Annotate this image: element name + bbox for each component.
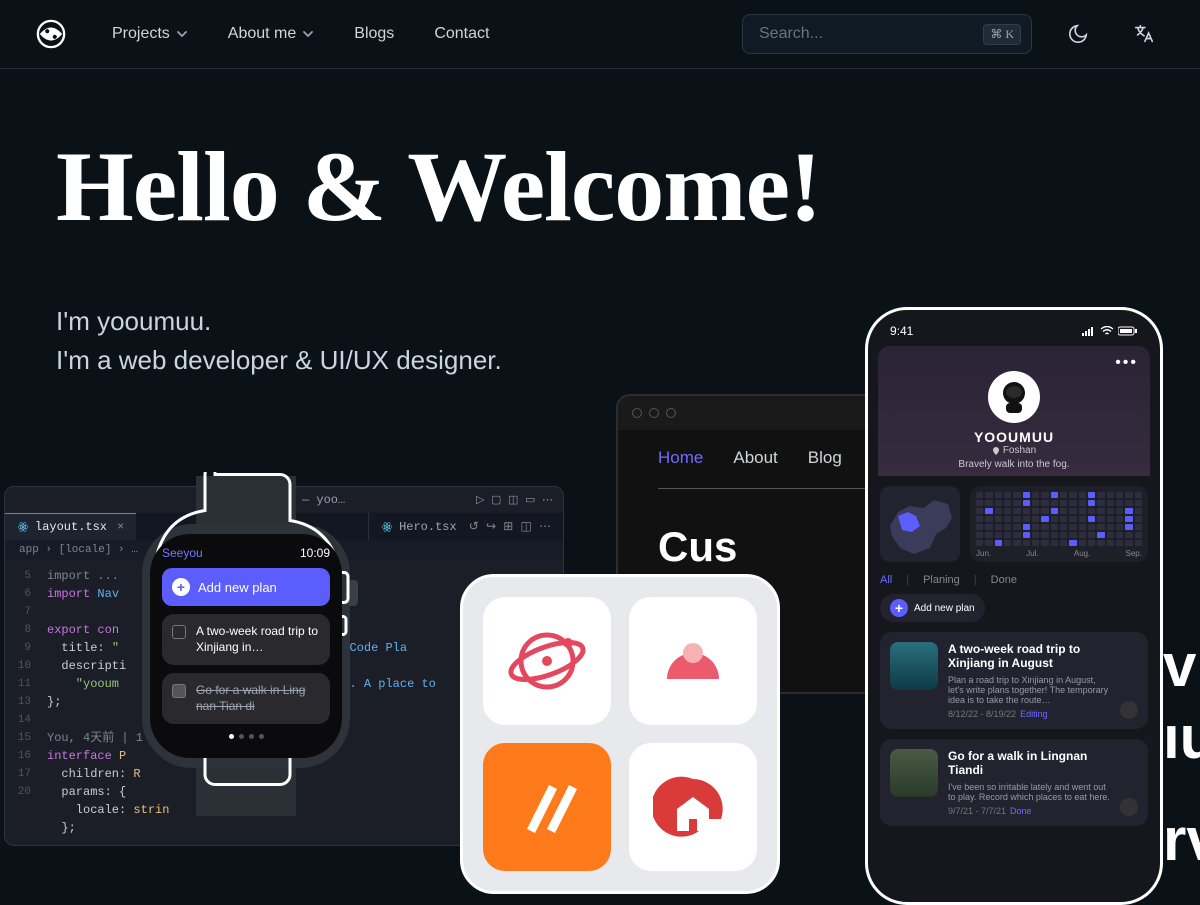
plus-circle-icon: + bbox=[890, 599, 908, 617]
editor-window-icons: ▷ ▢ ◫ ▭ ⋯ bbox=[476, 493, 553, 507]
card-desc: Plan a road trip to Xinjiang in August, … bbox=[948, 675, 1110, 705]
phone-tab-done: Done bbox=[991, 574, 1017, 586]
pin-icon bbox=[992, 447, 1000, 455]
logo-tile bbox=[629, 597, 757, 725]
nav-contact[interactable]: Contact bbox=[434, 25, 489, 43]
search-input[interactable]: Search... ⌘ K bbox=[742, 14, 1032, 54]
phone-tagline: Bravely walk into the fog. bbox=[958, 459, 1069, 470]
nav-projects-label: Projects bbox=[112, 25, 170, 43]
watch-page-dots bbox=[162, 734, 330, 739]
battery-icon bbox=[1118, 326, 1138, 336]
card-title: A two-week road trip to Xinjiang in Augu… bbox=[948, 642, 1110, 671]
nav-projects[interactable]: Projects bbox=[112, 25, 188, 43]
cropped-text-right: vıurvi bbox=[1163, 630, 1200, 876]
phone-heatmap-widget: Jun. Jul. Aug. Sep. bbox=[970, 486, 1148, 562]
card-avatar-icon bbox=[1120, 701, 1138, 719]
phone-plan-card: Go for a walk in Lingnan Tiandi I've bee… bbox=[880, 739, 1148, 826]
card-thumbnail bbox=[890, 642, 938, 690]
phone-mockup: 9:41 ••• YOOUMUU Foshan Bravely walk int… bbox=[865, 307, 1163, 905]
chevron-down-icon bbox=[176, 28, 188, 40]
phone-filter-tabs: All | Planing | Done bbox=[880, 574, 1148, 586]
stripes-logo-icon bbox=[507, 767, 587, 847]
nav-blogs[interactable]: Blogs bbox=[354, 25, 394, 43]
watch-mockup: Seeyou 10:09 + Add new plan A two-week r… bbox=[120, 440, 340, 840]
house-logo-icon bbox=[653, 767, 733, 847]
editor-tab-secondary: Hero.tsx ↺ ↪ ⊞ ◫ ⋯ bbox=[368, 513, 563, 540]
watch-time: 10:09 bbox=[300, 546, 330, 560]
phone-profile-name: YOOUMUU bbox=[974, 429, 1054, 445]
astronaut-icon bbox=[994, 377, 1034, 417]
react-icon bbox=[381, 521, 393, 533]
search-shortcut-badge: ⌘ K bbox=[983, 24, 1021, 45]
phone-add-plan-button: + Add new plan bbox=[880, 594, 985, 622]
phone-location: Foshan bbox=[992, 445, 1036, 456]
phone-plan-card: A two-week road trip to Xinjiang in Augu… bbox=[880, 632, 1148, 729]
theme-toggle[interactable] bbox=[1058, 14, 1098, 54]
sunrise-logo-icon bbox=[653, 621, 733, 701]
watch-app-name: Seeyou bbox=[162, 546, 203, 560]
chevron-down-icon bbox=[302, 28, 314, 40]
logo-tile bbox=[483, 743, 611, 871]
showcase-stage: layout.tsx — yoo… ▷ ▢ ◫ ▭ ⋯ layout.tsx× … bbox=[0, 390, 1200, 850]
card-thumbnail bbox=[890, 749, 938, 797]
card-avatar-icon bbox=[1120, 798, 1138, 816]
wifi-icon bbox=[1100, 326, 1114, 336]
checkbox-icon bbox=[172, 625, 186, 639]
watch-plan-item: A two-week road trip to Xinjiang in… bbox=[162, 614, 330, 665]
atom-logo-icon bbox=[507, 621, 587, 701]
watch-plan-item-done: Go for a walk in Ling nan Tian di bbox=[162, 673, 330, 724]
brand-logo-icon bbox=[36, 19, 66, 49]
browser-nav-blog: Blog bbox=[808, 448, 842, 468]
nav-about-label: About me bbox=[228, 25, 296, 43]
logo-grid-mockup bbox=[460, 574, 780, 894]
search-placeholder: Search... bbox=[759, 25, 975, 43]
primary-nav: Projects About me Blogs Contact bbox=[112, 25, 489, 43]
china-map-icon bbox=[880, 486, 960, 562]
nav-about[interactable]: About me bbox=[228, 25, 314, 43]
browser-nav-home: Home bbox=[658, 448, 703, 468]
logo-tile bbox=[629, 743, 757, 871]
watch-add-plan-button: + Add new plan bbox=[162, 568, 330, 606]
editor-tab-active: layout.tsx× bbox=[5, 513, 136, 540]
react-icon bbox=[17, 521, 29, 533]
phone-tab-all: All bbox=[880, 574, 892, 586]
phone-map-widget bbox=[880, 486, 960, 562]
hero-title: Hello & Welcome! bbox=[56, 129, 1144, 244]
phone-time: 9:41 bbox=[890, 324, 913, 338]
more-icon: ••• bbox=[1115, 354, 1138, 372]
watch-screen: Seeyou 10:09 + Add new plan A two-week r… bbox=[150, 534, 342, 758]
browser-nav-about: About bbox=[733, 448, 777, 468]
phone-status-bar: 9:41 bbox=[880, 320, 1148, 348]
translate-icon bbox=[1133, 23, 1155, 45]
nav-blogs-label: Blogs bbox=[354, 25, 394, 43]
logo-tile bbox=[483, 597, 611, 725]
signal-icon bbox=[1082, 326, 1096, 336]
card-title: Go for a walk in Lingnan Tiandi bbox=[948, 749, 1110, 778]
plus-circle-icon: + bbox=[172, 578, 190, 596]
moon-icon bbox=[1067, 23, 1089, 45]
card-desc: I've been so irritable lately and went o… bbox=[948, 782, 1110, 802]
editor-gutter: 567891011131415161720 bbox=[5, 567, 41, 801]
site-header: Projects About me Blogs Contact Search..… bbox=[0, 0, 1200, 69]
nav-contact-label: Contact bbox=[434, 25, 489, 43]
phone-tab-planning: Planing bbox=[923, 574, 960, 586]
checkbox-icon bbox=[172, 684, 186, 698]
phone-profile-hero: ••• YOOUMUU Foshan Bravely walk into the… bbox=[878, 346, 1150, 476]
phone-status-icons bbox=[1082, 326, 1138, 336]
phone-avatar bbox=[988, 371, 1040, 423]
language-toggle[interactable] bbox=[1124, 14, 1164, 54]
